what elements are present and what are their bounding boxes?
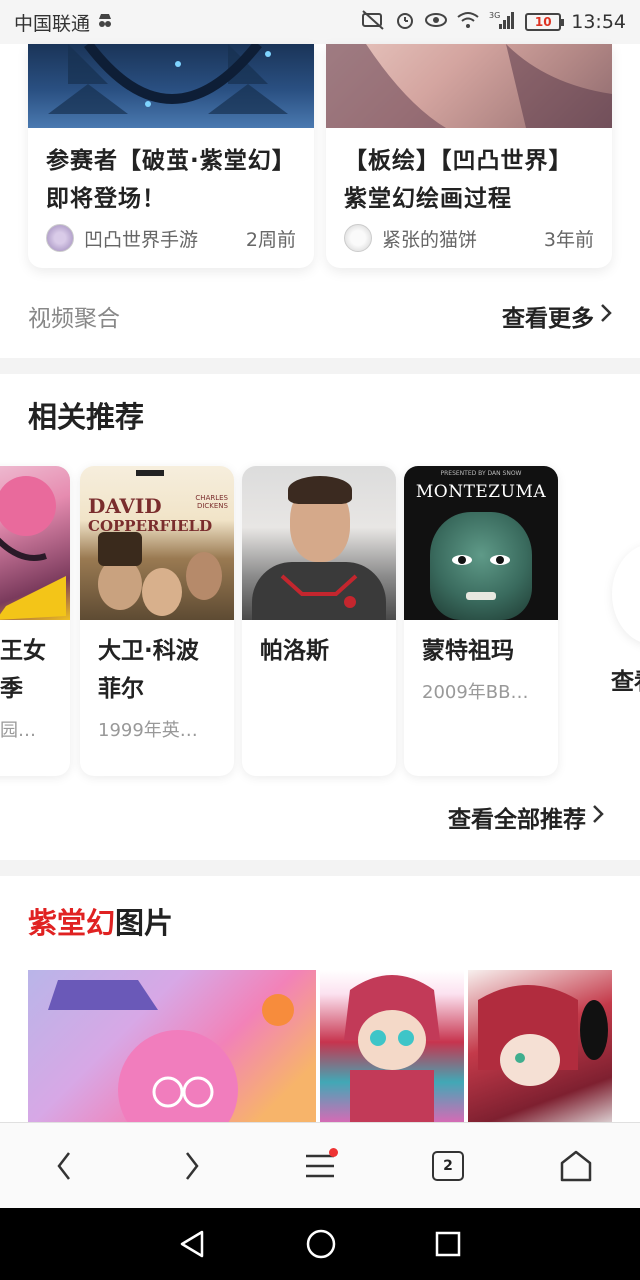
menu-button[interactable]: [288, 1134, 352, 1198]
related-card[interactable]: PRESENTED BY DAN SNOW MONTEZUMA 蒙特祖玛 200…: [404, 466, 558, 776]
video-card[interactable]: 参赛者【破茧·紫堂幻】即将登场！ 凹凸世界手游 2周前: [28, 44, 314, 268]
see-more-circle[interactable]: [612, 544, 640, 644]
related-section: 相关推荐 王女 季 园… DAVID COPPERFIELD CHARLES D…: [0, 374, 640, 860]
view-all-label: 查看全部推荐: [448, 807, 586, 833]
eye-icon: [425, 12, 448, 33]
picture-thumbnail[interactable]: [320, 970, 464, 1122]
picture-thumbnail[interactable]: [468, 970, 612, 1122]
avatar: [344, 224, 372, 252]
nav-back-icon[interactable]: [178, 1229, 208, 1259]
chevron-right-icon: [600, 303, 612, 329]
video-title: 参赛者【破茧·紫堂幻】即将登场！: [46, 148, 296, 212]
video-time: 2周前: [245, 228, 296, 251]
back-button[interactable]: [32, 1134, 96, 1198]
tabs-button[interactable]: 2: [416, 1134, 480, 1198]
nav-recents-icon[interactable]: [434, 1230, 462, 1258]
picture-thumbnail[interactable]: [28, 970, 316, 1122]
related-sub: 2009年BB…: [422, 682, 529, 703]
related-cover: PRESENTED BY DAN SNOW MONTEZUMA: [404, 466, 558, 620]
clock-label: 13:54: [571, 11, 626, 33]
video-title: 【板绘】【凹凸世界】紫堂幻绘画过程: [344, 148, 573, 212]
related-sub: 园…: [0, 720, 36, 741]
view-all-recommendations-link[interactable]: 查看全部推荐: [448, 800, 604, 834]
incognito-icon: [96, 11, 114, 34]
related-name: 蒙特祖玛: [422, 638, 514, 664]
chevron-left-icon: [57, 1151, 70, 1180]
pictures-section: 紫堂幻图片: [0, 876, 640, 1122]
related-cover: DAVID COPPERFIELD CHARLES DICKENS: [80, 466, 234, 620]
view-more-label: 查看更多: [502, 306, 594, 332]
video-author: 凹凸世界手游: [84, 228, 199, 251]
related-card[interactable]: 王女 季 园…: [0, 466, 70, 776]
related-name: 王女 季: [0, 638, 46, 702]
network-type-label: 3G: [489, 11, 500, 20]
related-sub: 1999年英…: [98, 720, 198, 741]
system-nav-bar: [0, 1208, 640, 1280]
related-cover: [0, 466, 70, 620]
video-meta: 紧张的猫饼 3年前: [326, 218, 612, 252]
video-thumbnail: [28, 44, 314, 128]
forward-button[interactable]: [160, 1134, 224, 1198]
related-sub: [242, 670, 396, 678]
related-name: 帕洛斯: [260, 638, 329, 664]
video-aggregation-row: 视频聚合 查看更多: [28, 296, 612, 336]
related-name: 大卫·科波菲尔: [98, 638, 199, 702]
related-card[interactable]: 帕洛斯: [242, 466, 396, 776]
video-meta: 凹凸世界手游 2周前: [28, 218, 314, 252]
related-cover: [242, 466, 396, 620]
tab-count-badge: 2: [432, 1150, 464, 1181]
pictures-title: 紫堂幻图片: [28, 900, 173, 942]
notification-dot: [329, 1147, 338, 1157]
notification-off-icon: [361, 9, 385, 35]
side-view-more-label[interactable]: 查看: [611, 662, 640, 696]
alarm-icon: [395, 10, 415, 35]
video-thumbnail: [326, 44, 612, 128]
video-aggregation-label: 视频聚合: [28, 306, 120, 332]
battery-icon: 10: [525, 13, 565, 31]
video-card[interactable]: 【板绘】【凹凸世界】紫堂幻绘画过程 紧张的猫饼 3年前: [326, 44, 612, 268]
chevron-right-icon: [592, 804, 604, 830]
video-time: 3年前: [543, 228, 594, 251]
nav-home-icon[interactable]: [305, 1228, 337, 1260]
pictures-title-highlight: 紫堂幻: [28, 906, 116, 940]
pictures-title-rest: 图片: [115, 906, 174, 940]
wifi-icon: [457, 11, 479, 34]
related-card[interactable]: DAVID COPPERFIELD CHARLES DICKENS 大卫·科波菲…: [80, 466, 234, 776]
video-author: 紧张的猫饼: [382, 228, 478, 251]
carrier-label: 中国联通: [14, 12, 91, 35]
home-icon: [560, 1150, 592, 1181]
video-section: 参赛者【破茧·紫堂幻】即将登场！ 凹凸世界手游 2周前 【板绘】【凹凸世界】紫堂…: [0, 44, 640, 358]
related-title: 相关推荐: [28, 400, 145, 434]
browser-toolbar: 2: [0, 1122, 640, 1208]
home-button[interactable]: [544, 1134, 608, 1198]
view-more-link[interactable]: 查看更多: [502, 299, 612, 333]
avatar: [46, 224, 74, 252]
chevron-right-icon: [186, 1151, 199, 1180]
signal-icon: 3G: [489, 10, 515, 35]
status-bar: 中国联通 3G 10 13:54: [0, 0, 640, 44]
